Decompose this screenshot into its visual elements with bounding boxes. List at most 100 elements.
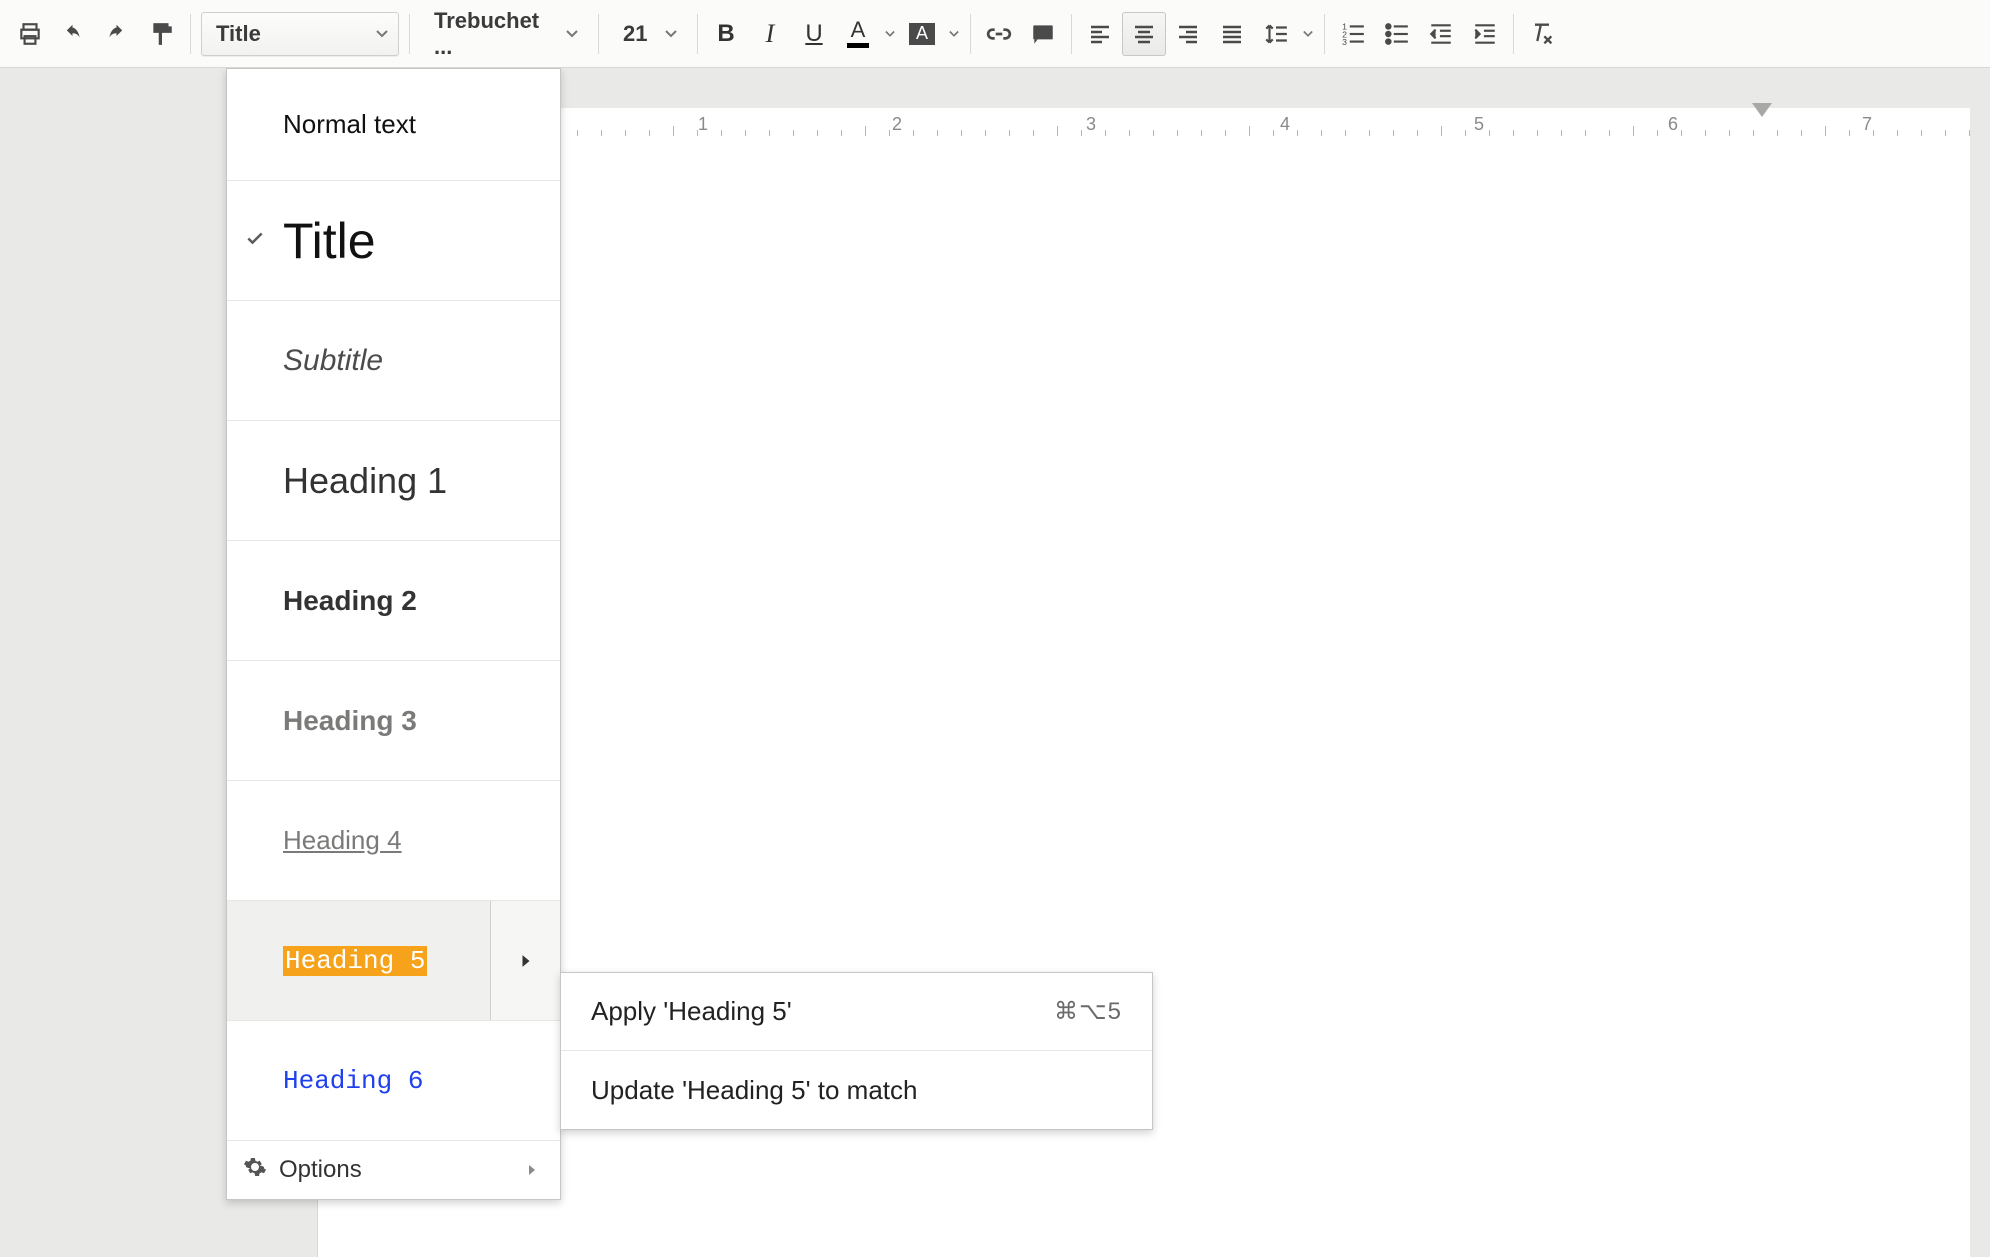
underline-button[interactable]: U — [792, 12, 836, 56]
ruler-tick — [865, 126, 866, 136]
ruler-tick — [577, 130, 578, 136]
style-item-heading-3[interactable]: Heading 3 — [227, 661, 560, 781]
style-item-heading-2[interactable]: Heading 2 — [227, 541, 560, 661]
ruler-tick — [1177, 130, 1178, 136]
ruler-tick — [1609, 130, 1610, 136]
style-item-normal-text[interactable]: Normal text — [227, 69, 560, 181]
caret-down-icon — [566, 30, 578, 38]
font-select[interactable]: Trebuchet ... — [420, 12, 588, 56]
line-spacing-button[interactable] — [1254, 12, 1298, 56]
style-options[interactable]: Options — [227, 1141, 560, 1199]
line-spacing-caret[interactable] — [1298, 12, 1318, 56]
ruler-tick — [1681, 130, 1682, 136]
style-item-title[interactable]: Title — [227, 181, 560, 301]
ruler-tick — [1945, 130, 1946, 136]
ruler-tick — [1729, 130, 1730, 136]
ruler-tick — [1825, 126, 1826, 136]
style-item-label: Heading 2 — [283, 585, 417, 617]
print-button[interactable] — [8, 12, 52, 56]
workspace: 1 2 3 4 5 6 7 Normal text Title Subtitle… — [0, 68, 1990, 1257]
ruler-tick — [1489, 130, 1490, 136]
toolbar-separator — [409, 14, 410, 54]
submenu-update-heading5[interactable]: Update 'Heading 5' to match — [561, 1051, 1152, 1129]
font-size-select[interactable]: 21 — [609, 12, 687, 56]
style-item-label: Heading 6 — [283, 1066, 423, 1096]
ruler-tick — [673, 126, 674, 136]
style-item-subtitle[interactable]: Subtitle — [227, 301, 560, 421]
italic-button[interactable]: I — [748, 12, 792, 56]
font-select-label: Trebuchet ... — [434, 8, 558, 60]
ruler-tick — [1657, 130, 1658, 136]
submenu-apply-heading5[interactable]: Apply 'Heading 5' ⌘⌥5 — [561, 973, 1152, 1051]
ruler-tick — [961, 130, 962, 136]
text-color-button[interactable]: A — [836, 12, 880, 56]
ruler-tick — [745, 130, 746, 136]
decrease-indent-button[interactable] — [1419, 12, 1463, 56]
ruler-tick — [1705, 130, 1706, 136]
ruler-tick — [841, 130, 842, 136]
ruler-tick — [1369, 130, 1370, 136]
ruler-tick — [721, 130, 722, 136]
ruler-tick — [1897, 130, 1898, 136]
clear-formatting-button[interactable] — [1520, 12, 1564, 56]
style-item-label: Heading 3 — [283, 705, 417, 737]
ruler-tick — [1561, 130, 1562, 136]
caret-down-icon — [665, 30, 677, 38]
ruler-tick — [1417, 130, 1418, 136]
ruler-tick — [985, 130, 986, 136]
ruler-tick — [1057, 126, 1058, 136]
increase-indent-button[interactable] — [1463, 12, 1507, 56]
submenu-arrow[interactable] — [490, 901, 560, 1020]
highlight-button[interactable]: A — [900, 12, 944, 56]
insert-comment-button[interactable] — [1021, 12, 1065, 56]
right-indent-marker[interactable] — [1752, 103, 1772, 117]
paint-format-button[interactable] — [140, 12, 184, 56]
toolbar-separator — [697, 14, 698, 54]
options-label: Options — [279, 1156, 362, 1184]
style-item-heading-1[interactable]: Heading 1 — [227, 421, 560, 541]
style-item-heading-6[interactable]: Heading 6 — [227, 1021, 560, 1141]
ruler-tick — [697, 130, 698, 136]
numbered-list-button[interactable]: 123 — [1331, 12, 1375, 56]
ruler-number: 3 — [1086, 114, 1096, 135]
toolbar-separator — [970, 14, 971, 54]
text-color-caret[interactable] — [880, 12, 900, 56]
ruler-tick — [1273, 130, 1274, 136]
caret-down-icon — [376, 30, 388, 38]
style-item-heading-5[interactable]: Heading 5 — [227, 901, 560, 1021]
ruler-tick — [1297, 130, 1298, 136]
style-item-label: Heading 4 — [283, 825, 402, 856]
align-justify-button[interactable] — [1210, 12, 1254, 56]
ruler-number: 5 — [1474, 114, 1484, 135]
bulleted-list-button[interactable] — [1375, 12, 1419, 56]
style-item-label: Heading 1 — [283, 460, 447, 502]
toolbar-separator — [190, 14, 191, 54]
ruler-tick — [1249, 126, 1250, 136]
heading5-submenu: Apply 'Heading 5' ⌘⌥5 Update 'Heading 5'… — [560, 972, 1153, 1130]
ruler-tick — [1153, 130, 1154, 136]
ruler-number: 6 — [1668, 114, 1678, 135]
bold-button[interactable]: B — [704, 12, 748, 56]
ruler-tick — [1393, 130, 1394, 136]
ruler-tick — [1969, 130, 1970, 136]
ruler[interactable]: 1 2 3 4 5 6 7 — [317, 108, 1970, 138]
align-right-button[interactable] — [1166, 12, 1210, 56]
submenu-apply-shortcut: ⌘⌥5 — [1054, 997, 1122, 1026]
ruler-tick — [1009, 130, 1010, 136]
ruler-tick — [1537, 130, 1538, 136]
align-left-button[interactable] — [1078, 12, 1122, 56]
style-item-label: Normal text — [283, 109, 416, 140]
ruler-number: 2 — [892, 114, 902, 135]
styles-select[interactable]: Title — [201, 12, 399, 56]
ruler-tick — [1873, 130, 1874, 136]
insert-link-button[interactable] — [977, 12, 1021, 56]
style-item-heading-4[interactable]: Heading 4 — [227, 781, 560, 901]
toolbar-separator — [1324, 14, 1325, 54]
redo-button[interactable] — [96, 12, 140, 56]
ruler-tick — [1225, 130, 1226, 136]
toolbar-separator — [1071, 14, 1072, 54]
ruler-tick — [1513, 130, 1514, 136]
undo-button[interactable] — [52, 12, 96, 56]
align-center-button[interactable] — [1122, 12, 1166, 56]
highlight-caret[interactable] — [944, 12, 964, 56]
